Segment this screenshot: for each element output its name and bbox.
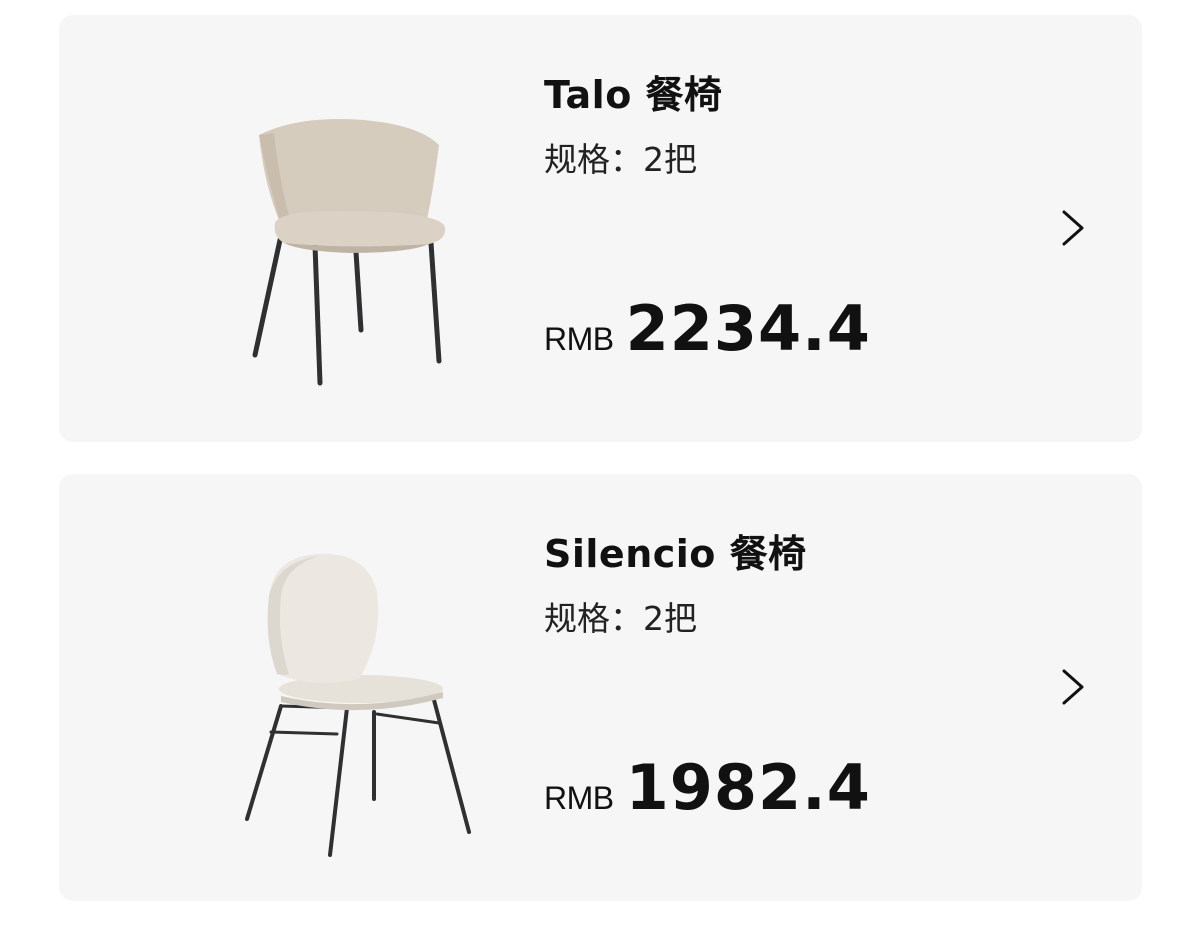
product-image bbox=[109, 474, 509, 901]
chevron-right-icon[interactable] bbox=[1057, 667, 1091, 707]
product-name: Talo 餐椅 bbox=[544, 73, 723, 117]
product-name: Silencio 餐椅 bbox=[544, 532, 807, 576]
dining-chair-round-back-icon bbox=[245, 553, 471, 857]
product-image bbox=[109, 15, 509, 442]
price-currency: RMB bbox=[544, 321, 614, 357]
product-price: RMB 1982.4 bbox=[544, 752, 871, 840]
price-amount: 1982.4 bbox=[625, 751, 871, 824]
product-spec: 规格：2把 bbox=[544, 140, 697, 179]
product-card-silencio[interactable]: Silencio 餐椅 规格：2把 RMB 1982.4 bbox=[59, 474, 1142, 901]
product-card-talo[interactable]: Talo 餐椅 规格：2把 RMB 2234.4 bbox=[59, 15, 1142, 442]
product-list: Talo 餐椅 规格：2把 RMB 2234.4 Silencio 餐椅 规格：… bbox=[0, 0, 1200, 942]
dining-chair-upholstered-icon bbox=[252, 119, 446, 386]
price-amount: 2234.4 bbox=[625, 292, 871, 365]
product-price: RMB 2234.4 bbox=[544, 293, 871, 381]
chevron-right-icon[interactable] bbox=[1057, 208, 1091, 248]
price-currency: RMB bbox=[544, 780, 614, 816]
product-spec: 规格：2把 bbox=[544, 599, 697, 638]
